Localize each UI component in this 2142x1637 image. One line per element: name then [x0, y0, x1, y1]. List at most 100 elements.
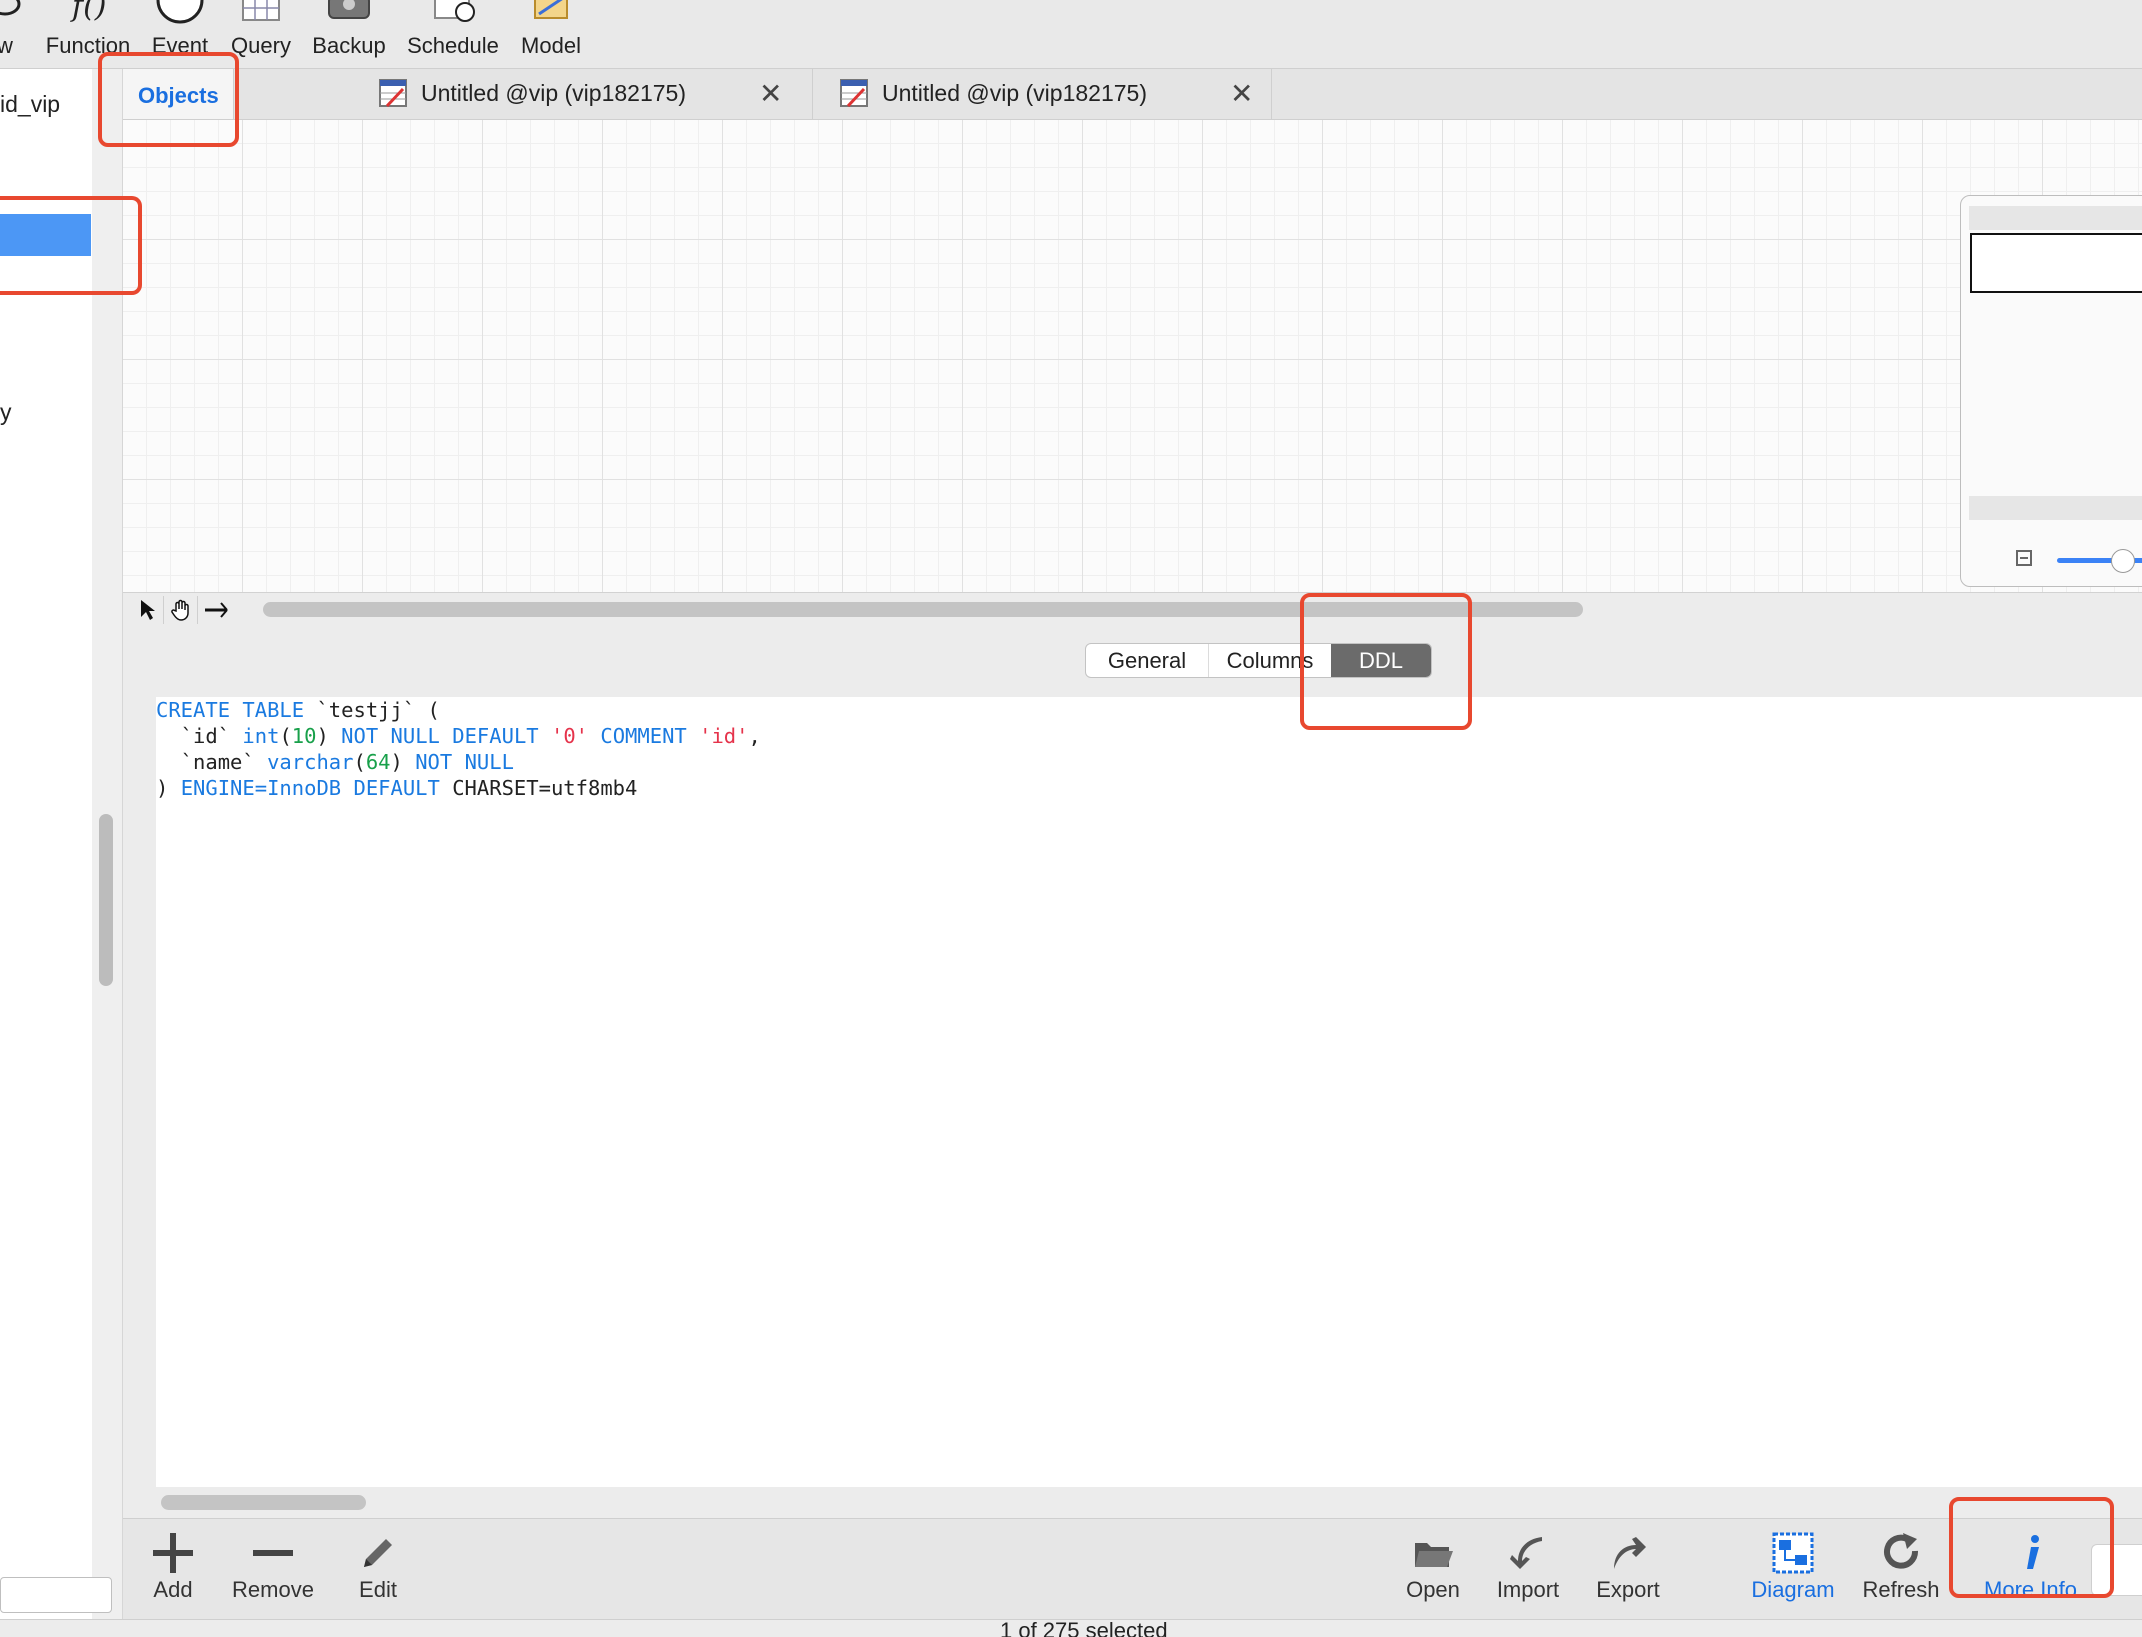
diagram-toolbar [123, 592, 2142, 628]
ddl-keyword: varchar [267, 750, 354, 774]
ddl-text: ( [279, 724, 292, 748]
query-table-icon [840, 79, 868, 107]
toolbar-schedule-button[interactable]: Schedule [400, 0, 506, 68]
toolbar-view-label: w [0, 33, 13, 58]
refresh-button[interactable]: Refresh [1851, 1527, 1951, 1612]
main-toolbar: w f() Function Event Query Backup Schedu… [0, 0, 2142, 69]
refresh-icon [1884, 1533, 1919, 1569]
ddl-number: 64 [365, 750, 391, 774]
ddl-keyword: NOT NULL DEFAULT [341, 724, 539, 748]
model-ruler-icon [534, 0, 568, 19]
sidebar-scroll-thumb[interactable] [99, 814, 113, 986]
clock-icon [156, 0, 204, 24]
ddl-line-1: CREATE TABLE `testjj` ( [156, 697, 2142, 723]
sidebar-connection-item[interactable]: id_vip [0, 91, 60, 118]
backup-drive-icon [328, 0, 370, 19]
tab-untitled-1-label: Untitled @vip (vip182175) [421, 80, 686, 106]
toolbar-schedule-label: Schedule [407, 33, 499, 58]
export-button[interactable]: Export [1588, 1527, 1668, 1612]
toolbar-view-button[interactable]: w [0, 0, 30, 68]
ddl-editor-pane: CREATE TABLE `testjj` ( `id` int(10) NOT… [123, 697, 2142, 1517]
tab-close-icon[interactable]: ✕ [759, 77, 782, 110]
ddl-keyword: ENGINE=InnoDB DEFAULT [180, 776, 440, 800]
ddl-keyword: NOT NULL [415, 750, 514, 774]
tab-untitled-2[interactable]: Untitled @vip (vip182175) ✕ [813, 69, 1272, 119]
sidebar-search-input[interactable] [0, 1577, 112, 1613]
relation-tool-icon[interactable] [201, 596, 231, 624]
zoom-fit-icon[interactable] [2016, 550, 2032, 566]
ddl-string: '0' [550, 724, 589, 748]
plus-icon [153, 1533, 193, 1573]
diagram-button-label: Diagram [1751, 1577, 1835, 1602]
ddl-number: 10 [291, 724, 317, 748]
ddl-text: ( [353, 750, 366, 774]
query-table-icon [379, 79, 407, 107]
ddl-text: `testjj` ( [304, 698, 440, 722]
ddl-horizontal-scroll-thumb[interactable] [161, 1495, 366, 1510]
ddl-keyword: int [242, 724, 280, 748]
add-button-label: Add [153, 1577, 193, 1602]
ddl-code-view[interactable]: CREATE TABLE `testjj` ( `id` int(10) NOT… [156, 697, 2142, 1487]
diagram-button[interactable]: Diagram [1743, 1527, 1843, 1612]
function-icon: f() [70, 0, 107, 24]
status-text: 1 of 275 selected [1000, 1619, 1168, 1637]
sidebar-tree-item[interactable]: y [0, 399, 12, 426]
schedule-calendar-icon [434, 0, 475, 22]
ddl-text: CHARSET=utf8mb4 [439, 776, 638, 800]
view-icon [0, 0, 21, 16]
ddl-keyword: COMMENT [600, 724, 687, 748]
navigator-footer [1969, 496, 2142, 520]
status-bar: 1 of 275 selected [0, 1619, 2142, 1637]
import-button-label: Import [1496, 1577, 1560, 1602]
object-tree-sidebar: id_vip y [0, 69, 93, 1619]
highlight-ddl-segment [1300, 593, 1472, 730]
bottom-action-bar: Add Remove Edit Open Import Export Diagr… [123, 1518, 2142, 1619]
hand-tool-icon[interactable] [167, 596, 198, 624]
refresh-button-label: Refresh [1862, 1577, 1940, 1602]
ddl-text: `name` [156, 750, 268, 774]
add-button[interactable]: Add [138, 1527, 208, 1612]
remove-button-label: Remove [232, 1577, 314, 1602]
navigator-header [1969, 206, 2142, 230]
ddl-line-2: `id` int(10) NOT NULL DEFAULT '0' COMMEN… [156, 723, 2142, 749]
highlight-sidebar-selection [0, 196, 142, 295]
ddl-text: ) [156, 776, 181, 800]
diagram-canvas[interactable] [123, 120, 2142, 592]
edit-button-label: Edit [359, 1577, 397, 1602]
tab-bar: Objects Untitled @vip (vip182175) ✕ Unti… [123, 69, 2142, 120]
minus-icon [253, 1550, 293, 1556]
info-pane-header: General Columns DDL [123, 627, 2142, 697]
ddl-text: , [748, 724, 761, 748]
toolbar-backup-label: Backup [312, 33, 386, 58]
svg-text:f(): f() [70, 0, 107, 24]
import-arrow-icon [1510, 1537, 1542, 1569]
tab-untitled-2-label: Untitled @vip (vip182175) [882, 80, 1147, 106]
toolbar-backup-button[interactable]: Backup [306, 0, 392, 68]
edit-button[interactable]: Edit [343, 1527, 413, 1612]
open-button-label: Open [1406, 1577, 1460, 1602]
tab-untitled-1[interactable]: Untitled @vip (vip182175) ✕ [234, 69, 813, 119]
toolbar-model-button[interactable]: Model [512, 0, 590, 68]
import-button[interactable]: Import [1488, 1527, 1568, 1612]
ddl-text: ) [316, 724, 342, 748]
ddl-line-3: `name` varchar(64) NOT NULL [156, 749, 2142, 775]
segment-general[interactable]: General [1086, 644, 1209, 677]
toolbar-model-label: Model [521, 33, 581, 58]
open-button[interactable]: Open [1393, 1527, 1473, 1612]
ddl-keyword: CREATE TABLE [156, 698, 305, 722]
diagram-icon [1772, 1532, 1814, 1574]
diagram-navigator [1960, 195, 2142, 587]
highlight-objects-tab [98, 52, 239, 147]
remove-button[interactable]: Remove [223, 1527, 323, 1612]
export-arrow-icon [1614, 1537, 1646, 1569]
export-button-label: Export [1596, 1577, 1660, 1602]
highlight-more-info-button [1949, 1497, 2114, 1598]
tab-close-icon[interactable]: ✕ [1230, 77, 1253, 110]
zoom-slider-knob[interactable] [2111, 549, 2135, 573]
navigator-viewport-frame[interactable] [1970, 233, 2142, 293]
pencil-icon [364, 1539, 392, 1567]
ddl-line-4: ) ENGINE=InnoDB DEFAULT CHARSET=utf8mb4 [156, 775, 2142, 801]
ddl-text: `id` [156, 724, 243, 748]
ddl-text: ) [390, 750, 416, 774]
pointer-tool-icon[interactable] [133, 596, 164, 624]
